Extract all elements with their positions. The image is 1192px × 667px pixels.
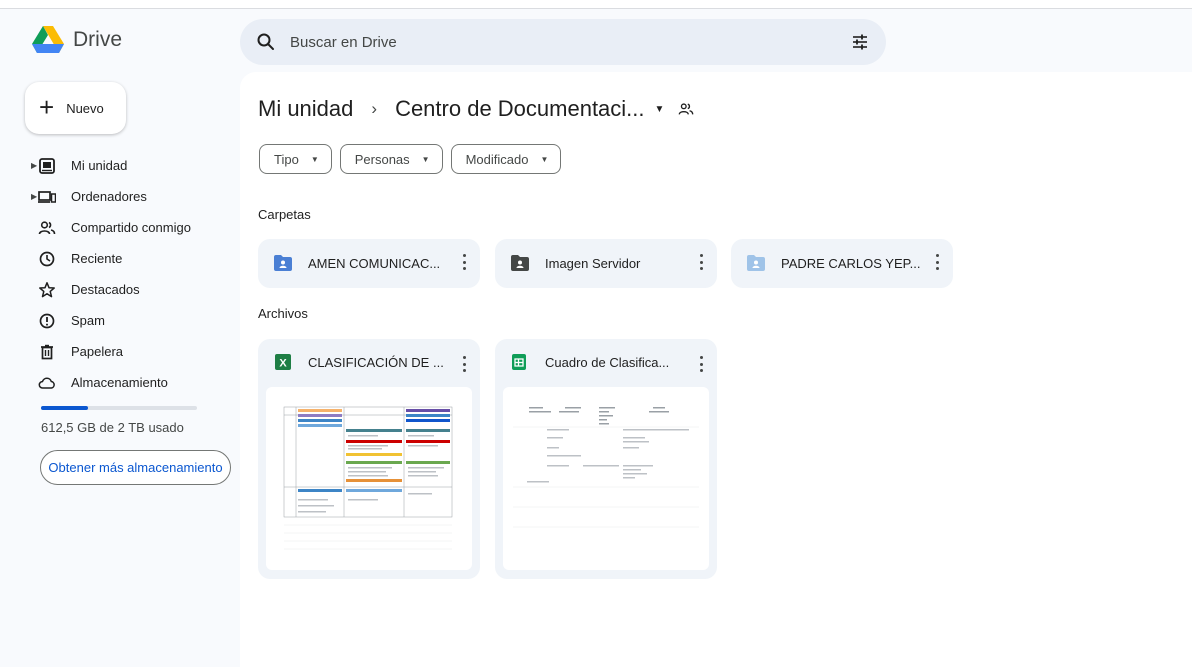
sidebar-item-label: Destacados: [71, 282, 140, 297]
shared-folder-icon: [511, 255, 529, 271]
search-bar[interactable]: [240, 19, 886, 65]
excel-icon: X: [275, 354, 291, 370]
storage-usage-text: 612,5 GB de 2 TB usado: [41, 420, 184, 435]
sidebar-item-label: Papelera: [71, 344, 124, 359]
clock-icon: [39, 251, 55, 267]
shared-folder-icon: [274, 255, 292, 271]
new-button-label: Nuevo: [66, 100, 104, 116]
sidebar-item-trash[interactable]: Papelera: [30, 336, 230, 367]
files-section-label: Archivos: [258, 306, 308, 321]
filter-label: Tipo: [274, 151, 299, 167]
search-icon[interactable]: [256, 32, 276, 52]
filter-label: Modificado: [465, 151, 529, 167]
sidebar-item-storage[interactable]: Almacenamiento: [30, 367, 230, 398]
sidebar-item-recent[interactable]: Reciente: [30, 243, 230, 274]
file-card[interactable]: X CLASIFICACIÓN DE ...: [258, 339, 480, 579]
spreadsheet-preview: [283, 406, 453, 550]
get-more-storage-button[interactable]: Obtener más almacenamiento: [40, 450, 231, 485]
my-drive-icon: [39, 158, 55, 174]
search-input[interactable]: [290, 29, 810, 55]
drive-logo-icon: [32, 26, 64, 53]
sidebar-item-label: Almacenamiento: [71, 375, 168, 390]
sidebar-item-computers[interactable]: ▶ Ordenadores: [30, 181, 230, 212]
filter-modified-chip[interactable]: Modificado ▼: [450, 144, 562, 174]
more-options-icon[interactable]: [462, 254, 466, 270]
breadcrumb-root[interactable]: Mi unidad: [258, 96, 353, 122]
folder-card[interactable]: AMEN COMUNICAC...: [258, 239, 480, 288]
plus-icon: +: [39, 91, 55, 122]
star-icon: [39, 282, 55, 298]
sidebar-item-shared[interactable]: Compartido conmigo: [30, 212, 230, 243]
sidebar-item-label: Ordenadores: [71, 189, 147, 204]
breadcrumb-separator: ›: [371, 99, 378, 118]
caret-down-icon: ▼: [421, 154, 430, 164]
file-thumbnail: [266, 387, 472, 570]
spam-icon: [39, 313, 55, 329]
breadcrumb-current[interactable]: Centro de Documentaci...: [395, 96, 644, 122]
search-options-icon[interactable]: [850, 32, 870, 52]
shared-folder-people-icon[interactable]: [678, 101, 694, 117]
expand-arrow-icon[interactable]: ▶: [31, 161, 37, 170]
new-button[interactable]: + Nuevo: [25, 82, 126, 134]
folder-card[interactable]: Imagen Servidor: [495, 239, 717, 288]
sheets-icon: [512, 354, 526, 370]
sheet-preview: [513, 407, 699, 528]
breadcrumb: Mi unidad › Centro de Documentaci... ▼: [258, 96, 694, 122]
svg-text:X: X: [279, 358, 287, 370]
drive-logo[interactable]: Drive: [32, 26, 122, 54]
folder-card[interactable]: PADRE CARLOS YEP...: [731, 239, 953, 288]
folder-name: PADRE CARLOS YEP...: [781, 256, 921, 271]
folder-name: AMEN COMUNICAC...: [308, 256, 441, 271]
main-content: Mi unidad › Centro de Documentaci... ▼ T…: [240, 72, 1192, 667]
window-top-bar: [0, 0, 1192, 9]
caret-down-icon: ▼: [540, 154, 549, 164]
shared-icon: [38, 221, 56, 235]
sidebar-item-label: Mi unidad: [71, 158, 128, 173]
computers-icon: [38, 191, 56, 203]
caret-down-icon: ▼: [310, 154, 319, 164]
sidebar-item-spam[interactable]: Spam: [30, 305, 230, 336]
shared-folder-icon: [747, 255, 765, 271]
file-card[interactable]: Cuadro de Clasifica...: [495, 339, 717, 579]
caret-down-icon[interactable]: ▼: [655, 104, 665, 115]
sidebar-item-label: Spam: [71, 313, 105, 328]
file-name: CLASIFICACIÓN DE ...: [308, 355, 444, 370]
storage-progress-fill: [41, 406, 88, 410]
sidebar-nav: ▶ Mi unidad ▶ Ordenadores Compartido con…: [30, 150, 230, 398]
more-options-icon[interactable]: [699, 254, 703, 270]
folders-section-label: Carpetas: [258, 207, 311, 222]
app-name: Drive: [73, 28, 123, 51]
expand-arrow-icon[interactable]: ▶: [31, 192, 37, 201]
sidebar-item-starred[interactable]: Destacados: [30, 274, 230, 305]
more-options-icon[interactable]: [935, 254, 939, 270]
sidebar-item-label: Compartido conmigo: [71, 220, 191, 235]
more-options-icon[interactable]: [699, 356, 703, 372]
file-thumbnail: [503, 387, 709, 570]
folder-name: Imagen Servidor: [545, 256, 641, 271]
filter-label: Personas: [354, 151, 410, 167]
filter-people-chip[interactable]: Personas ▼: [339, 144, 443, 174]
filter-chips: Tipo ▼ Personas ▼ Modificado ▼: [259, 144, 562, 174]
more-options-icon[interactable]: [462, 356, 466, 372]
cloud-icon: [38, 377, 55, 389]
trash-icon: [41, 344, 53, 360]
filter-type-chip[interactable]: Tipo ▼: [259, 144, 332, 174]
file-name: Cuadro de Clasifica...: [545, 355, 670, 370]
sidebar-item-my-drive[interactable]: ▶ Mi unidad: [30, 150, 230, 181]
sidebar-item-label: Reciente: [71, 251, 123, 266]
storage-progress-bar: [41, 406, 197, 410]
